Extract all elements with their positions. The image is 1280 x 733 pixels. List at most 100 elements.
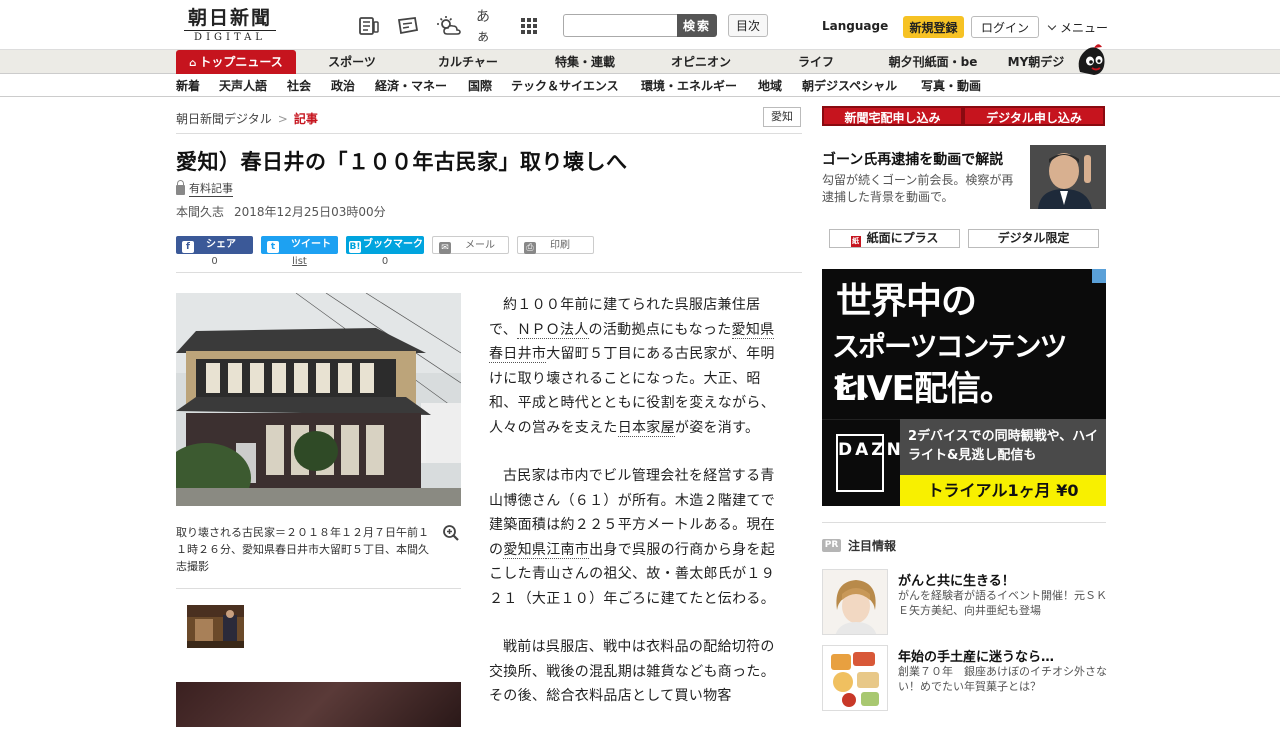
pr-item-title[interactable]: 年始の手土産に迷うなら…	[898, 646, 1054, 665]
nav-sports[interactable]: スポーツ	[327, 50, 377, 74]
print-icon: ⎙	[524, 242, 536, 254]
nav-features[interactable]: 特集・連載	[554, 50, 616, 74]
index-button[interactable]: 目次	[728, 14, 768, 37]
mascot-icon[interactable]	[1072, 42, 1110, 78]
search-input[interactable]	[563, 14, 677, 37]
paper-plus-button[interactable]: 紙紙面にプラス	[829, 229, 960, 248]
facebook-icon: f	[182, 241, 194, 253]
pr-item[interactable]: 年始の手土産に迷うなら… 創業７０年 銀座あけぼのイチオシ外さない！めでたい年賀…	[822, 645, 1107, 713]
twitter-share-label: ツイート	[291, 239, 331, 250]
nav-top-news-label: トップニュース	[199, 55, 283, 69]
keyword-link[interactable]: 江南市	[546, 541, 590, 559]
paragraph: 古民家は市内でビル管理会社を経営する青山博徳さん（６１）が所有。木造２階建てで建…	[489, 464, 779, 611]
facebook-count: 0	[211, 256, 218, 267]
hatena-label: ブックマーク	[363, 239, 423, 250]
mail-icon: ✉	[439, 242, 451, 254]
logo-kanji: 朝日新聞	[187, 7, 272, 29]
ad-trial-button[interactable]: トライアル1ヶ月 ¥0	[900, 475, 1106, 506]
grid-apps-icon[interactable]	[516, 14, 542, 38]
facebook-share-button[interactable]: f シェア	[176, 236, 253, 254]
article-photo[interactable]	[176, 293, 461, 506]
pr-item[interactable]: がんと共に生きる！ がんを経験者が語るイベント開催！元ＳＫＥ矢方美紀、向井亜紀も…	[822, 569, 1107, 637]
keyword-link[interactable]: 日本家屋	[617, 419, 675, 437]
register-button[interactable]: 新規登録	[903, 16, 964, 38]
login-button[interactable]: ログイン	[971, 16, 1039, 38]
twitter-list-link[interactable]: list	[261, 256, 338, 267]
photo-thumbnail[interactable]	[187, 605, 244, 648]
keyword-link[interactable]: 春日井市	[489, 346, 547, 363]
mail-share-button[interactable]: ✉ メール	[432, 236, 509, 254]
ad-line-3: LIVE配信。	[834, 369, 1014, 409]
nav-culture[interactable]: カルチャー	[437, 50, 499, 74]
home-delivery-button[interactable]: 新聞宅配申し込み	[822, 106, 963, 126]
subnav-society[interactable]: 社会	[287, 75, 311, 97]
nav-life[interactable]: ライフ	[797, 50, 835, 74]
subnav-economy[interactable]: 経済・マネー	[375, 75, 447, 97]
text: の活動拠点にもなった	[588, 321, 732, 338]
article-photo-2[interactable]	[176, 682, 461, 727]
divider	[176, 588, 461, 589]
breadcrumb-sep: >	[277, 112, 288, 126]
sub-nav: 新着 天声人語 社会 政治 経済・マネー 国際 テック＆サイエンス 環境・エネル…	[0, 75, 1280, 97]
paid-label-text: 有料記事	[189, 182, 233, 197]
search-button[interactable]: 検索	[677, 14, 717, 37]
zoom-icon[interactable]	[442, 524, 460, 542]
lock-icon	[176, 180, 185, 195]
hatena-bookmark-button[interactable]: B! ブックマーク	[346, 236, 424, 254]
font-size-icon[interactable]: あぁ	[476, 9, 502, 45]
mail-label: メール	[465, 240, 495, 251]
text: が姿を消す。	[674, 419, 760, 436]
keyword-link[interactable]: 愛知県	[731, 321, 775, 339]
pr-item-image[interactable]	[822, 569, 888, 635]
publish-date: 2018年12月25日03時00分	[234, 205, 386, 219]
twitter-icon: t	[267, 241, 279, 253]
news-feed-icon[interactable]	[356, 14, 382, 38]
hatena-count: 0	[381, 256, 389, 267]
subnav-tech-science[interactable]: テック＆サイエンス	[511, 75, 619, 97]
print-label: 印刷	[550, 240, 570, 251]
paragraph: 約１００年前に建てられた呉服店兼住居で、ＮＰＯ法人の活動拠点にもなった愛知県春日…	[489, 293, 779, 440]
pr-badge: PR	[822, 539, 841, 552]
keyword-link[interactable]: 愛知県	[503, 541, 547, 559]
feature-image[interactable]	[1030, 145, 1106, 209]
menu-button[interactable]: メニュー	[1046, 19, 1108, 36]
twitter-share-button[interactable]: t ツイート	[261, 236, 338, 254]
region-tag[interactable]: 愛知	[763, 107, 801, 127]
pr-item-title[interactable]: がんと共に生きる！	[898, 570, 1015, 589]
paper-plus-icon: 紙	[850, 236, 861, 247]
paper-plus-label: 紙面にプラス	[866, 231, 939, 245]
keyword-link[interactable]: ＮＰＯ法人	[517, 321, 589, 339]
feature-title[interactable]: ゴーン氏再逮捕を動画で解説	[822, 149, 1003, 169]
subnav-region[interactable]: 地域	[758, 75, 782, 97]
subnav-tenseijingo[interactable]: 天声人語	[219, 75, 267, 97]
nav-opinion[interactable]: オピニオン	[670, 50, 732, 74]
pr-heading-text: 注目情報	[848, 539, 897, 553]
dazn-advertisement[interactable]: 世界中の スポーツコンテンツを、 LIVE配信。 DAZN 2デバイスでの同時観…	[822, 269, 1106, 506]
author: 本間久志	[176, 205, 225, 219]
weather-icon[interactable]	[436, 14, 462, 38]
facebook-share-label: シェア	[206, 239, 236, 250]
language-link[interactable]: Language	[822, 19, 888, 33]
article-body: 約１００年前に建てられた呉服店兼住居で、ＮＰＯ法人の活動拠点にもなった愛知県春日…	[489, 293, 779, 733]
ad-line-1: 世界中の	[836, 281, 977, 322]
asahi-logo[interactable]: 朝日新聞 DIGITAL	[184, 7, 276, 45]
nav-top-news[interactable]: ⌂ トップニュース	[176, 50, 296, 74]
subnav-new[interactable]: 新着	[176, 75, 200, 97]
nav-my-asadigi[interactable]: MY朝デジ	[1007, 50, 1065, 74]
nav-paper-be[interactable]: 朝夕刊紙面・be	[887, 50, 979, 74]
digital-subscribe-button[interactable]: デジタル申し込み	[963, 106, 1105, 126]
subnav-international[interactable]: 国際	[468, 75, 492, 97]
divider	[176, 133, 802, 134]
subnav-environment[interactable]: 環境・エネルギー	[641, 75, 737, 97]
breadcrumb-home[interactable]: 朝日新聞デジタル	[176, 112, 272, 126]
subnav-photo-video[interactable]: 写真・動画	[921, 75, 981, 97]
ad-info-icon[interactable]	[1092, 269, 1106, 283]
breadcrumb-current: 記事	[293, 112, 318, 126]
pr-item-image[interactable]	[822, 645, 888, 711]
print-button[interactable]: ⎙ 印刷	[517, 236, 594, 254]
subnav-special[interactable]: 朝デジスペシャル	[802, 75, 897, 97]
subnav-politics[interactable]: 政治	[331, 75, 355, 97]
digital-only-button[interactable]: デジタル限定	[968, 229, 1099, 248]
ad-desc: 2デバイスでの同時観戦や、ハイライト&見逃し配信も	[900, 419, 1106, 475]
mail-paper-icon[interactable]	[396, 14, 422, 38]
